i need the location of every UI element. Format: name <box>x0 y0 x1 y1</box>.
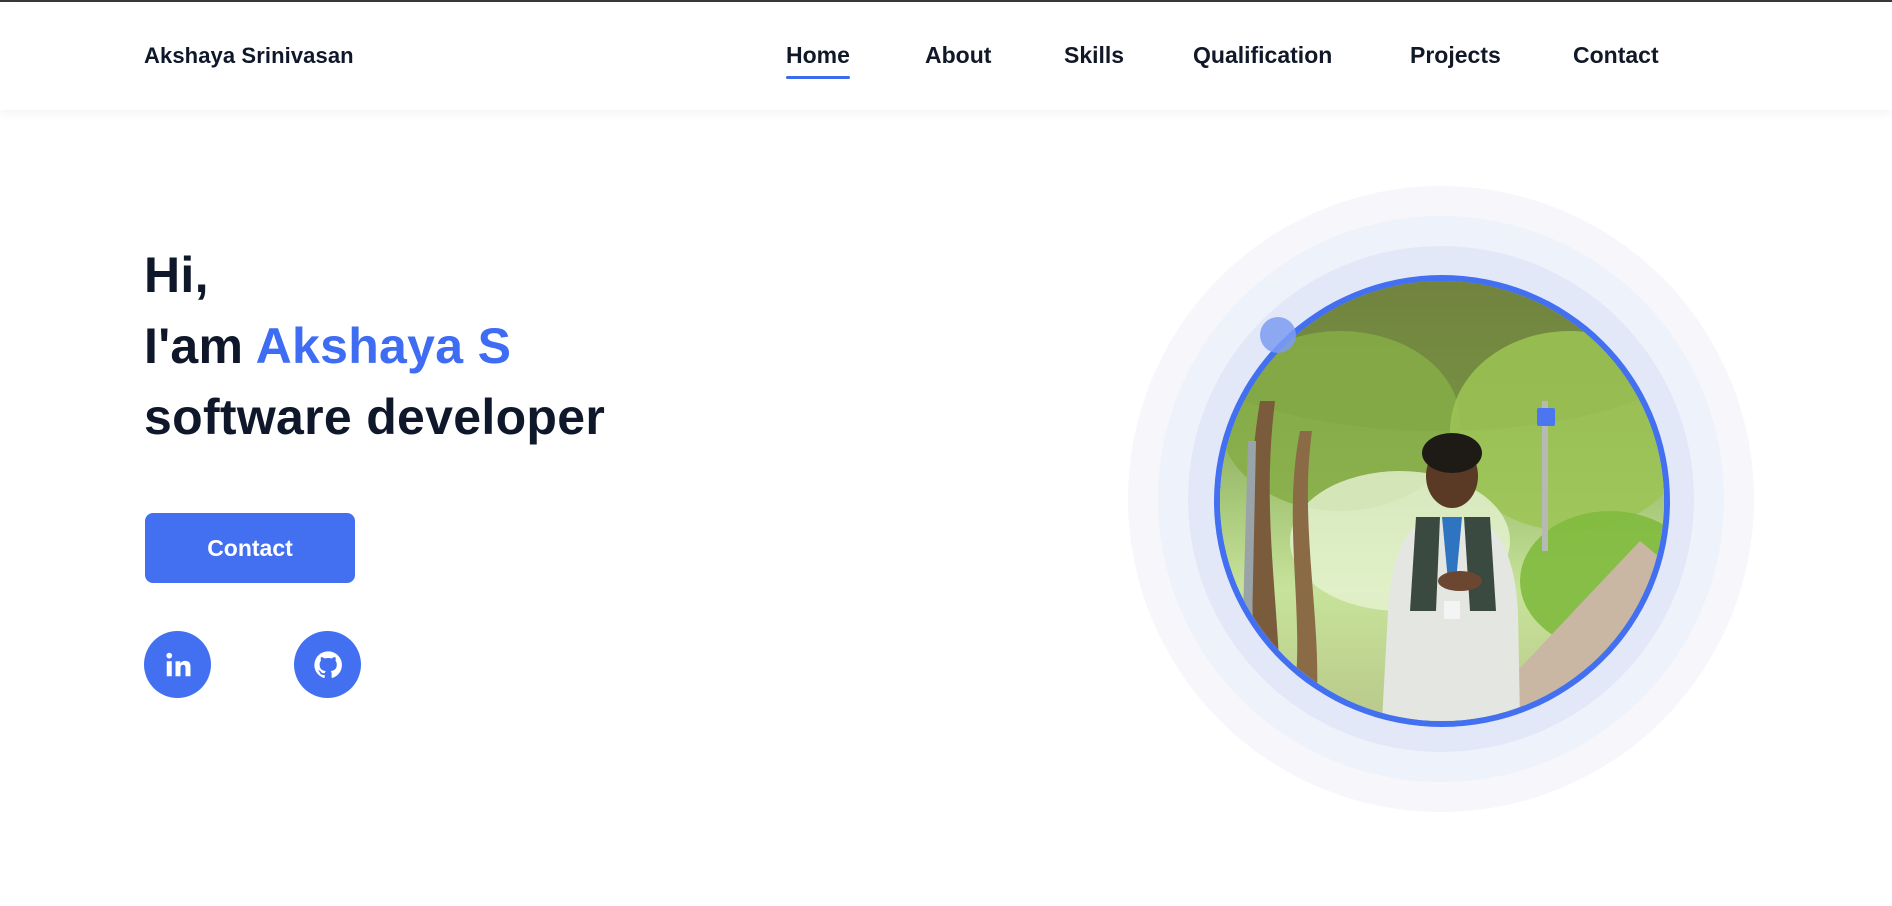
main-nav: Home About Skills Qualification Projects… <box>0 2 1892 110</box>
github-icon <box>313 650 342 678</box>
nav-item-projects[interactable]: Projects <box>1410 42 1501 69</box>
nav-item-contact[interactable]: Contact <box>1573 42 1659 69</box>
contact-button[interactable]: Contact <box>145 513 355 583</box>
nav-item-about[interactable]: About <box>925 42 991 69</box>
site-header: Akshaya Srinivasan Home About Skills Qua… <box>0 2 1892 110</box>
hero-intro: I'am Akshaya S <box>144 317 511 375</box>
linkedin-link[interactable] <box>144 631 211 698</box>
linkedin-icon <box>165 652 190 676</box>
hero-greeting: Hi, <box>144 247 209 303</box>
nav-item-home[interactable]: Home <box>786 42 850 79</box>
nav-item-qualification[interactable]: Qualification <box>1193 42 1332 69</box>
nav-item-skills[interactable]: Skills <box>1064 42 1124 69</box>
decorative-dot <box>1260 317 1296 353</box>
hero-role: software developer <box>144 389 606 445</box>
hero-intro-prefix: I'am <box>144 318 244 374</box>
hero-name: Akshaya S <box>255 318 512 374</box>
github-link[interactable] <box>294 631 361 698</box>
decorative-square <box>1537 408 1555 426</box>
